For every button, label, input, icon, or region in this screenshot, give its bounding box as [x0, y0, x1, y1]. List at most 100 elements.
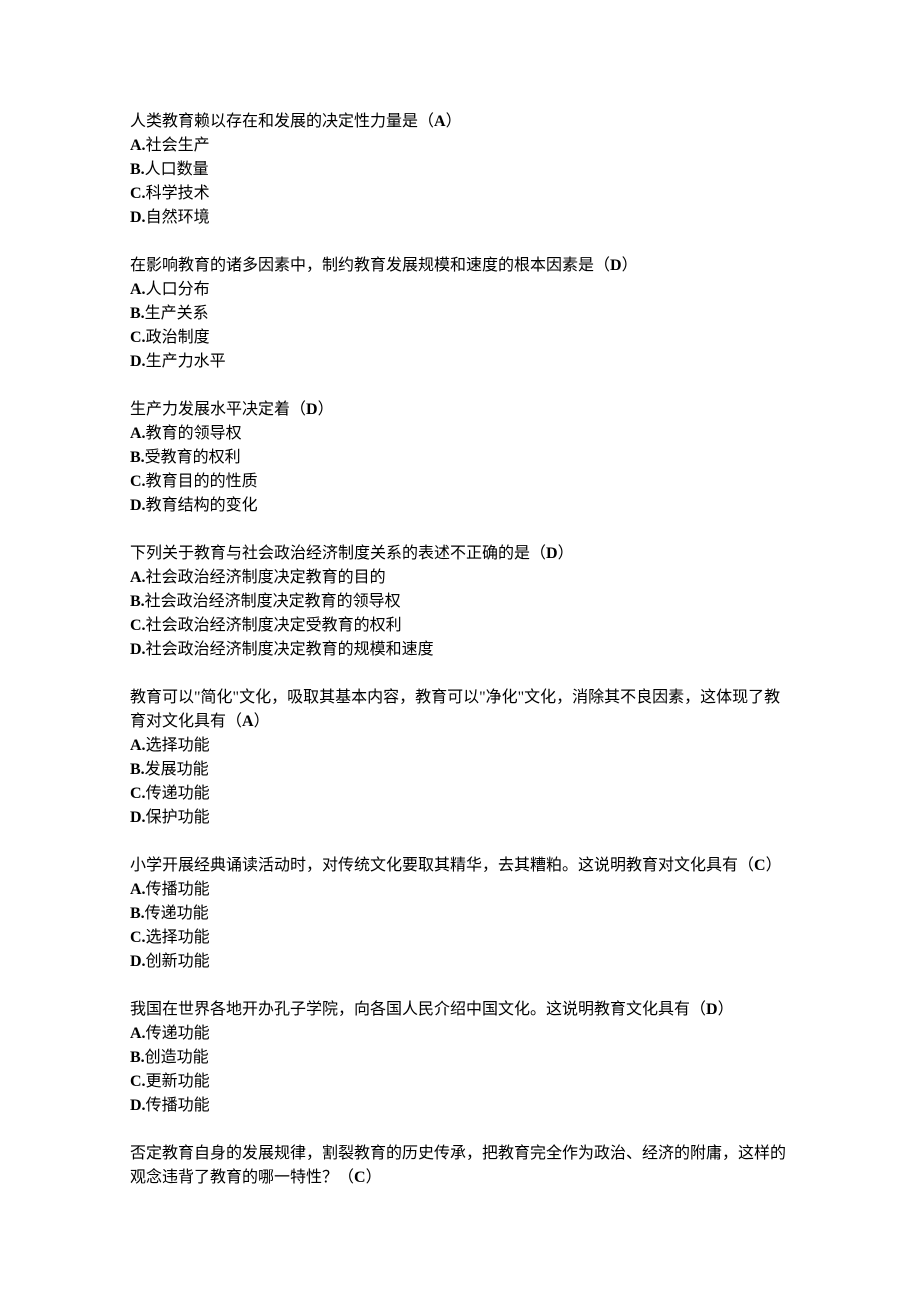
answer-letter: D [306, 401, 318, 418]
question-stem: 在影响教育的诸多因素中，制约教育发展规模和速度的根本因素是（D） [130, 254, 790, 278]
options-list: A.人口分布B.生产关系C.政治制度D.生产力水平 [130, 278, 790, 374]
stem-text-pre: 在影响教育的诸多因素中，制约教育发展规模和速度的根本因素是（ [130, 257, 610, 274]
option-letter: A. [130, 1025, 146, 1042]
option-letter: D. [130, 809, 146, 826]
option-text: 生产力水平 [146, 353, 226, 370]
option-letter: B. [130, 161, 145, 178]
option-letter: B. [130, 905, 145, 922]
option-item: C.更新功能 [130, 1070, 790, 1094]
option-text: 受教育的权利 [145, 449, 241, 466]
option-item: B.发展功能 [130, 758, 790, 782]
answer-letter: D [706, 1001, 718, 1018]
option-letter: D. [130, 353, 146, 370]
option-item: C.传递功能 [130, 782, 790, 806]
stem-text-pre: 否定教育自身的发展规律，割裂教育的历史传承，把教育完全作为政治、经济的附庸，这样… [130, 1145, 786, 1186]
answer-letter: A [242, 713, 254, 730]
answer-letter: C [754, 857, 766, 874]
questions-list: 人类教育赖以存在和发展的决定性力量是（A）A.社会生产B.人口数量C.科学技术D… [130, 110, 790, 1190]
option-text: 传播功能 [146, 1097, 210, 1114]
option-item: C.科学技术 [130, 182, 790, 206]
option-item: D.传播功能 [130, 1094, 790, 1118]
option-letter: C. [130, 929, 146, 946]
document-page: 人类教育赖以存在和发展的决定性力量是（A）A.社会生产B.人口数量C.科学技术D… [0, 0, 920, 1254]
option-text: 社会政治经济制度决定教育的目的 [146, 569, 386, 586]
question-stem: 生产力发展水平决定着（D） [130, 398, 790, 422]
option-item: B.社会政治经济制度决定教育的领导权 [130, 590, 790, 614]
question-block: 人类教育赖以存在和发展的决定性力量是（A）A.社会生产B.人口数量C.科学技术D… [130, 110, 790, 230]
option-text: 保护功能 [146, 809, 210, 826]
option-item: D.自然环境 [130, 206, 790, 230]
option-letter: B. [130, 593, 145, 610]
options-list: A.传播功能B.传递功能C.选择功能D.创新功能 [130, 878, 790, 974]
stem-text-post: ） [366, 1169, 382, 1186]
stem-text-pre: 下列关于教育与社会政治经济制度关系的表述不正确的是（ [130, 545, 546, 562]
option-text: 社会生产 [146, 137, 210, 154]
option-letter: C. [130, 785, 146, 802]
option-letter: D. [130, 497, 146, 514]
option-text: 社会政治经济制度决定教育的领导权 [145, 593, 401, 610]
options-list: A.社会生产B.人口数量C.科学技术D.自然环境 [130, 134, 790, 230]
option-text: 教育结构的变化 [146, 497, 258, 514]
stem-text-pre: 小学开展经典诵读活动时，对传统文化要取其精华，去其糟粕。这说明教育对文化具有（ [130, 857, 754, 874]
answer-letter: C [354, 1169, 366, 1186]
option-item: A.选择功能 [130, 734, 790, 758]
option-item: C.政治制度 [130, 326, 790, 350]
option-item: D.生产力水平 [130, 350, 790, 374]
option-letter: C. [130, 329, 146, 346]
option-letter: A. [130, 569, 146, 586]
option-text: 生产关系 [145, 305, 209, 322]
option-letter: A. [130, 281, 146, 298]
option-letter: B. [130, 761, 145, 778]
option-item: A.社会生产 [130, 134, 790, 158]
option-text: 人口数量 [145, 161, 209, 178]
question-block: 生产力发展水平决定着（D）A.教育的领导权B.受教育的权利C.教育目的的性质D.… [130, 398, 790, 518]
option-item: C.选择功能 [130, 926, 790, 950]
option-item: B.传递功能 [130, 902, 790, 926]
question-stem: 小学开展经典诵读活动时，对传统文化要取其精华，去其糟粕。这说明教育对文化具有（C… [130, 854, 790, 878]
option-item: D.保护功能 [130, 806, 790, 830]
options-list: A.教育的领导权B.受教育的权利C.教育目的的性质D.教育结构的变化 [130, 422, 790, 518]
option-letter: A. [130, 881, 146, 898]
option-text: 选择功能 [146, 737, 210, 754]
stem-text-post: ） [254, 713, 270, 730]
stem-text-post: ） [318, 401, 334, 418]
options-list: A.选择功能B.发展功能C.传递功能D.保护功能 [130, 734, 790, 830]
option-text: 政治制度 [146, 329, 210, 346]
option-text: 传递功能 [146, 1025, 210, 1042]
stem-text-pre: 生产力发展水平决定着（ [130, 401, 306, 418]
answer-letter: A [434, 113, 446, 130]
question-stem: 否定教育自身的发展规律，割裂教育的历史传承，把教育完全作为政治、经济的附庸，这样… [130, 1142, 790, 1190]
question-stem: 人类教育赖以存在和发展的决定性力量是（A） [130, 110, 790, 134]
option-item: D.教育结构的变化 [130, 494, 790, 518]
option-letter: D. [130, 641, 146, 658]
question-block: 小学开展经典诵读活动时，对传统文化要取其精华，去其糟粕。这说明教育对文化具有（C… [130, 854, 790, 974]
option-item: C.社会政治经济制度决定受教育的权利 [130, 614, 790, 638]
option-letter: B. [130, 1049, 145, 1066]
option-letter: A. [130, 425, 146, 442]
answer-letter: D [610, 257, 622, 274]
option-item: B.生产关系 [130, 302, 790, 326]
option-letter: A. [130, 737, 146, 754]
option-item: B.受教育的权利 [130, 446, 790, 470]
option-letter: D. [130, 953, 146, 970]
option-letter: C. [130, 185, 146, 202]
option-item: B.人口数量 [130, 158, 790, 182]
option-text: 科学技术 [146, 185, 210, 202]
stem-text-pre: 教育可以"简化"文化，吸取其基本内容，教育可以"净化"文化，消除其不良因素，这体… [130, 689, 780, 730]
option-text: 传递功能 [145, 905, 209, 922]
option-text: 社会政治经济制度决定教育的规模和速度 [146, 641, 434, 658]
question-block: 教育可以"简化"文化，吸取其基本内容，教育可以"净化"文化，消除其不良因素，这体… [130, 686, 790, 830]
option-letter: D. [130, 1097, 146, 1114]
option-letter: B. [130, 305, 145, 322]
question-block: 下列关于教育与社会政治经济制度关系的表述不正确的是（D）A.社会政治经济制度决定… [130, 542, 790, 662]
option-text: 教育目的的性质 [146, 473, 258, 490]
options-list: A.传递功能B.创造功能C.更新功能D.传播功能 [130, 1022, 790, 1118]
option-text: 传递功能 [146, 785, 210, 802]
option-text: 选择功能 [146, 929, 210, 946]
question-stem: 下列关于教育与社会政治经济制度关系的表述不正确的是（D） [130, 542, 790, 566]
question-block: 否定教育自身的发展规律，割裂教育的历史传承，把教育完全作为政治、经济的附庸，这样… [130, 1142, 790, 1190]
option-text: 教育的领导权 [146, 425, 242, 442]
option-item: A.教育的领导权 [130, 422, 790, 446]
option-text: 更新功能 [146, 1073, 210, 1090]
option-text: 自然环境 [146, 209, 210, 226]
